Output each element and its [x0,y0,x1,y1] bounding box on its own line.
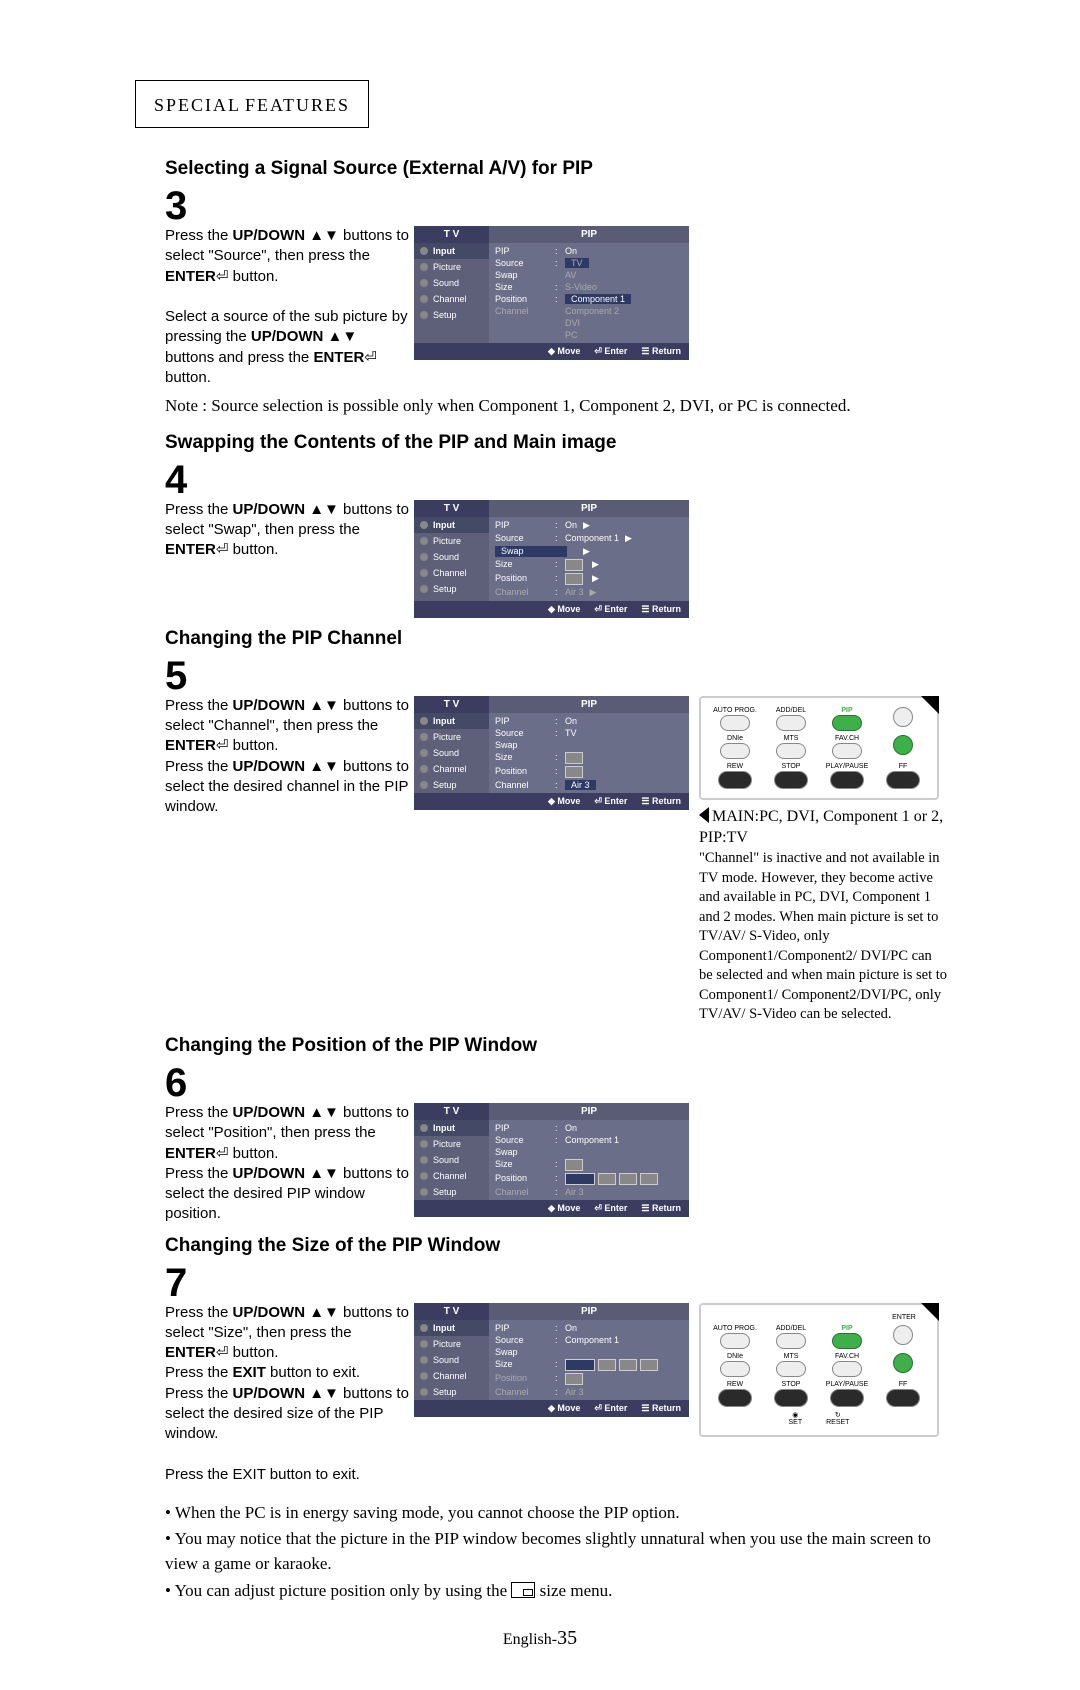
osd-screenshot-4: T VPIP Input Picture Sound Channel Setup… [414,500,689,618]
step5-text: Press the UP/DOWN ▲▼ buttons to select "… [165,696,410,818]
step5-number: 5 [165,656,955,696]
section-header: SPECIAL FEATURES [135,80,369,128]
remote-diagram-1: AUTO PROG. ADD/DEL PIP DNIe MTS FAV.CH R… [699,696,939,800]
step5-heading: Changing the PIP Channel [165,628,955,650]
step6-heading: Changing the Position of the PIP Window [165,1035,955,1057]
step4-number: 4 [165,460,955,500]
step4-text: Press the UP/DOWN ▲▼ buttons to select "… [165,500,410,561]
osd-screenshot-3: T VPIP Input Picture Sound Channel Setup… [414,226,689,360]
osd-screenshot-5: T VPIP Input Picture Sound Channel Setup… [414,696,689,810]
pip-size-icon [511,1582,535,1598]
remote-diagram-2: ENTER AUTO PROG. ADD/DEL PIP DNIe MTS FA… [699,1303,939,1437]
step3-text: Press the UP/DOWN ▲▼ buttons to select "… [165,226,410,388]
step3-number: 3 [165,186,955,226]
step7-heading: Changing the Size of the PIP Window [165,1235,955,1257]
side-note-1: MAIN:PC, DVI, Component 1 or 2, PIP:TV "… [699,806,949,1025]
osd-screenshot-7: T VPIP Input Picture Sound Channel Setup… [414,1303,689,1417]
pointer-icon [699,807,709,823]
osd-screenshot-6: T VPIP Input Picture Sound Channel Setup… [414,1103,689,1217]
step4-heading: Swapping the Contents of the PIP and Mai… [165,432,955,454]
section-header-text: S [154,91,166,116]
step3-note: Note : Source selection is possible only… [165,394,955,418]
step7-text: Press the UP/DOWN ▲▼ buttons to select "… [165,1303,410,1485]
step6-number: 6 [165,1063,955,1103]
notes-list: • When the PC is in energy saving mode, … [165,1501,955,1604]
step3-heading: Selecting a Signal Source (External A/V)… [165,158,955,180]
step6-text: Press the UP/DOWN ▲▼ buttons to select "… [165,1103,410,1225]
page-footer: English-35 [125,1627,955,1650]
step7-number: 7 [165,1263,955,1303]
